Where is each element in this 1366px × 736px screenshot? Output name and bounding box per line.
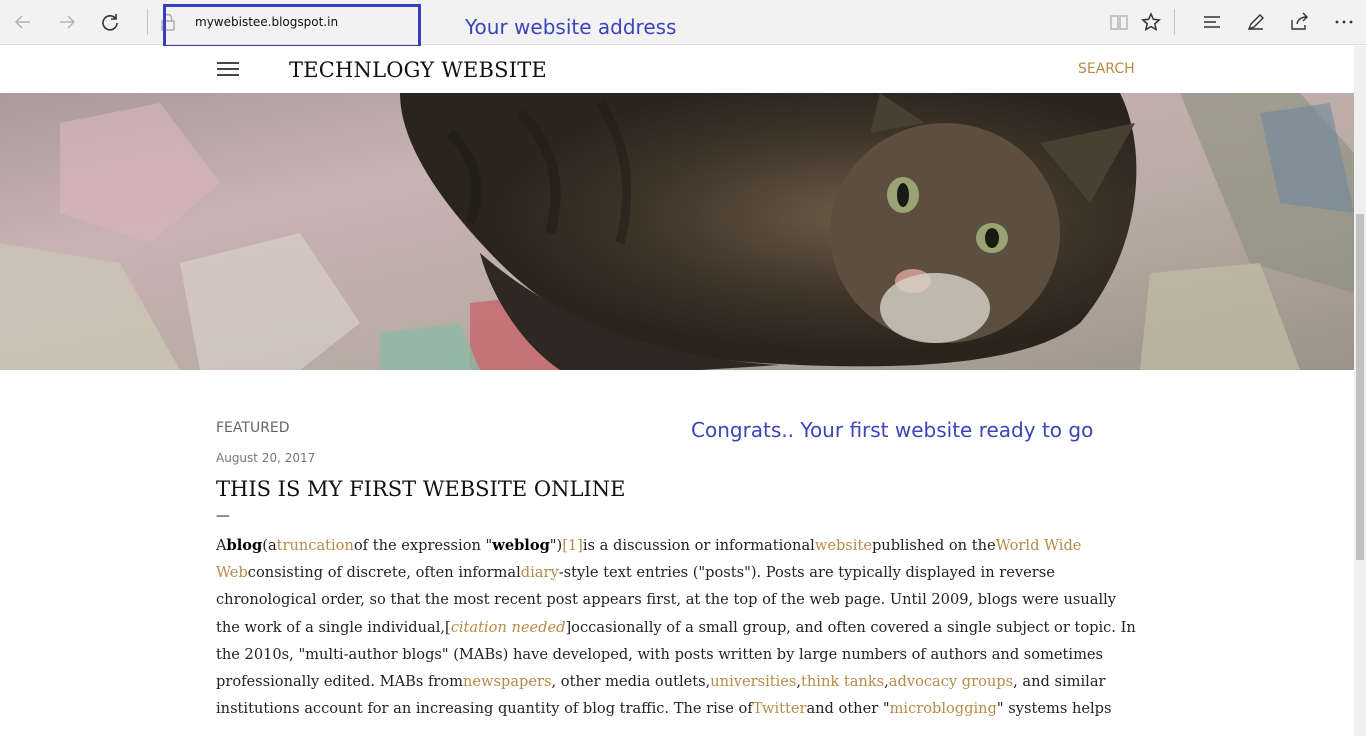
post-bold-text: blog [226, 537, 263, 554]
post-text: and other " [806, 700, 890, 718]
reading-view-icon[interactable] [1104, 7, 1134, 37]
post-text: , other media outlets, [551, 673, 711, 691]
post-text: " systems helps [996, 700, 1112, 718]
post-link[interactable]: newspapers [463, 673, 552, 690]
featured-label: FEATURED [216, 420, 290, 436]
page-scrollbar[interactable] [1354, 46, 1366, 736]
post-link[interactable]: microblogging [890, 700, 997, 717]
post-link[interactable]: universities [710, 673, 796, 690]
more-icon[interactable] [1329, 7, 1359, 37]
post-title[interactable]: THIS IS MY FIRST WEBSITE ONLINE [216, 477, 625, 501]
title-divider: — [216, 508, 230, 524]
address-highlight-box [163, 4, 421, 48]
back-icon[interactable] [8, 7, 38, 37]
post-body: Ablog(atruncationof the expression "webl… [216, 532, 1136, 722]
post-link[interactable]: [1] [562, 537, 583, 554]
search-link[interactable]: SEARCH [1078, 61, 1135, 77]
post-text: of the expression " [353, 537, 493, 554]
post-text: a [267, 537, 277, 554]
hamburger-menu-icon[interactable] [217, 62, 239, 78]
site-header: TECHNLOGY WEBSITE SEARCH [0, 46, 1354, 93]
post-link[interactable]: think tanks [801, 673, 884, 690]
scrollbar-thumb[interactable] [1356, 214, 1364, 560]
post-link[interactable]: advocacy groups [889, 673, 1013, 690]
post-text: A [216, 537, 227, 554]
address-callout: Your website address [465, 15, 677, 39]
post-text: published on the [871, 537, 996, 554]
post-text: is a discussion or informational [582, 537, 815, 554]
post-link[interactable]: diary [521, 564, 559, 581]
hero-image [0, 93, 1354, 370]
site-title[interactable]: TECHNLOGY WEBSITE [289, 58, 547, 82]
post-date: August 20, 2017 [216, 451, 316, 465]
post-link[interactable]: website [815, 537, 872, 554]
toolbar-separator [147, 9, 148, 35]
post-bold-text: weblog [492, 537, 550, 554]
hub-icon[interactable] [1197, 7, 1227, 37]
refresh-icon[interactable] [95, 7, 125, 37]
web-note-icon[interactable] [1241, 7, 1271, 37]
post-link[interactable]: Twitter [753, 700, 807, 717]
forward-icon[interactable] [52, 7, 82, 37]
post-link[interactable]: truncation [277, 537, 354, 554]
toolbar-separator-2 [1174, 9, 1175, 35]
post-link[interactable]: citation needed [451, 619, 566, 636]
share-icon[interactable] [1284, 7, 1314, 37]
post-text: ") [549, 537, 563, 554]
post-text: consisting of discrete, often informal [247, 564, 521, 582]
favorite-star-icon[interactable] [1136, 7, 1166, 37]
ready-callout: Congrats.. Your first website ready to g… [691, 418, 1094, 442]
